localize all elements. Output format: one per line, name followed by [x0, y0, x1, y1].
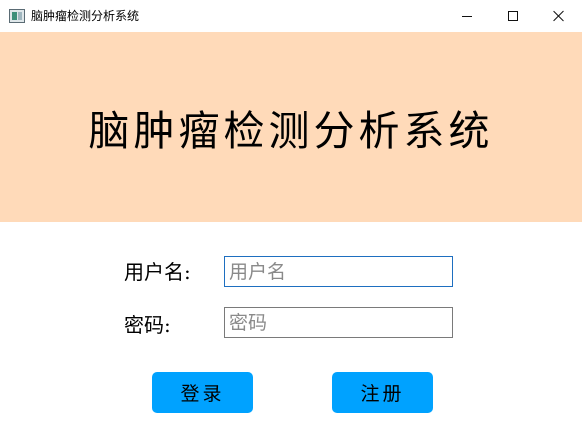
register-button[interactable]: 注册 [332, 372, 433, 413]
minimize-button[interactable] [444, 0, 490, 32]
close-icon [553, 10, 565, 22]
app-icon [9, 9, 25, 23]
login-button[interactable]: 登录 [152, 372, 253, 413]
username-input[interactable] [224, 256, 453, 287]
close-button[interactable] [536, 0, 582, 32]
password-label: 密码: [124, 313, 171, 337]
maximize-button[interactable] [490, 0, 536, 32]
window-title: 脑肿瘤检测分析系统 [31, 9, 140, 23]
maximize-icon [508, 11, 518, 21]
minimize-icon [462, 15, 472, 17]
header-banner: 脑肿瘤检测分析系统 [0, 32, 582, 222]
page-title: 脑肿瘤检测分析系统 [88, 107, 494, 155]
title-bar: 脑肿瘤检测分析系统 [0, 0, 582, 32]
username-label: 用户名: [124, 260, 191, 284]
password-input[interactable] [224, 307, 453, 338]
